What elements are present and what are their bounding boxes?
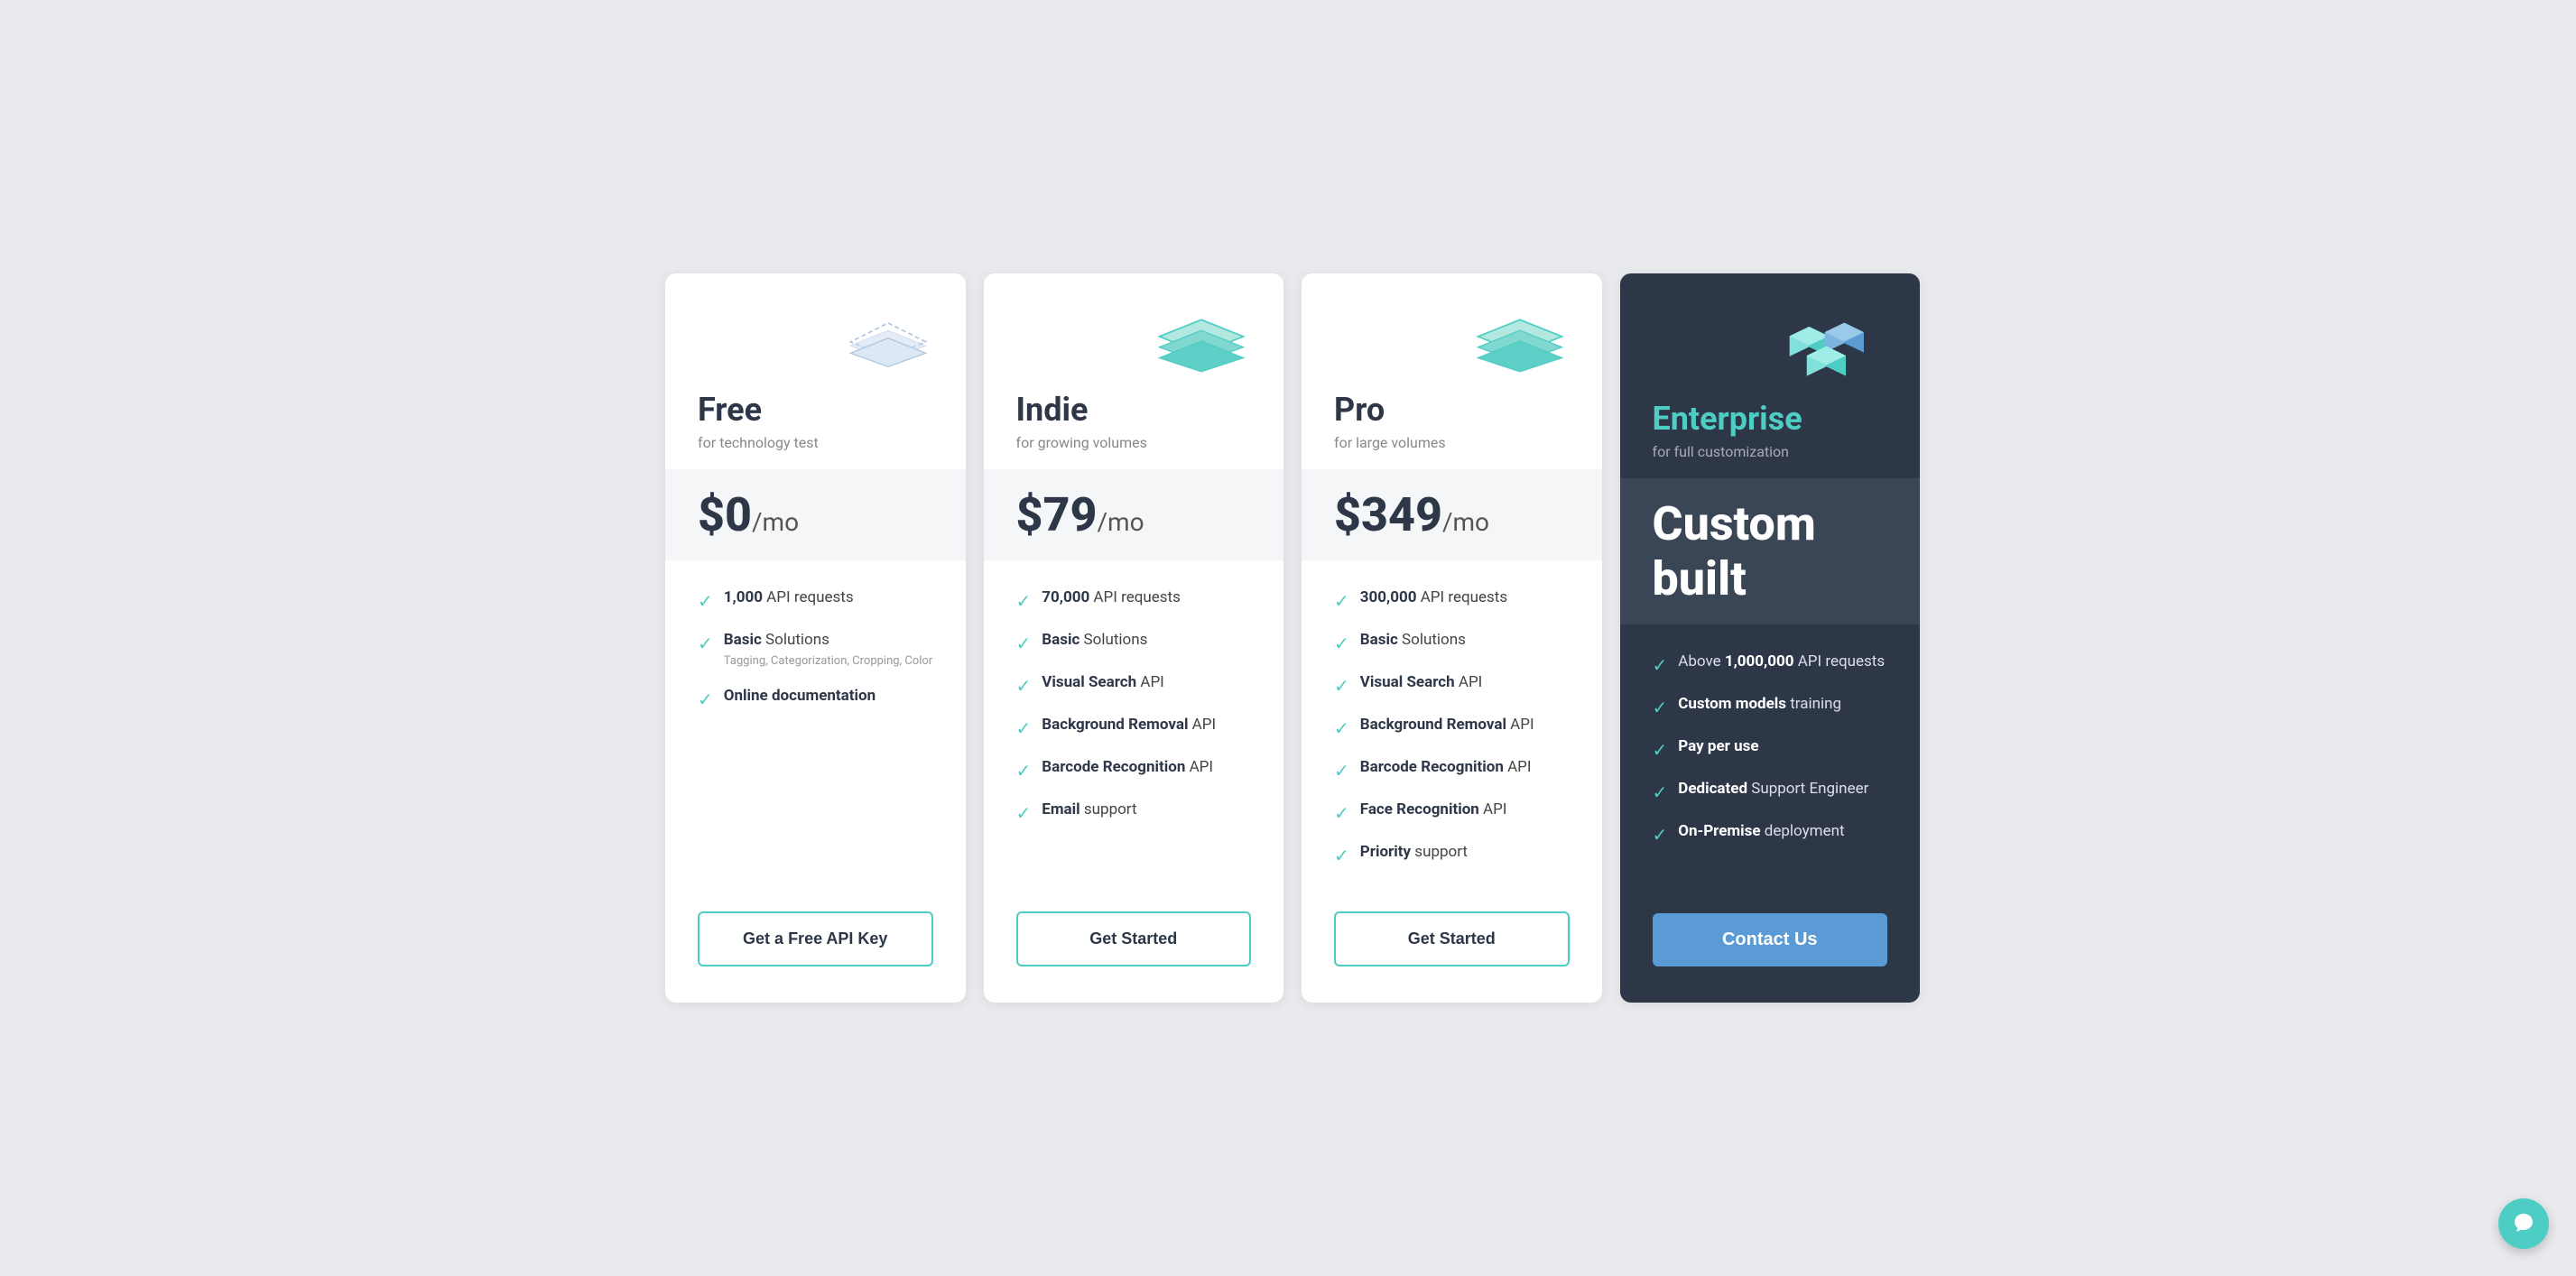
check-icon: ✓ [1334, 588, 1349, 614]
feature-item: ✓Background Removal API [1016, 715, 1252, 741]
feature-item: ✓ Online documentation [698, 686, 933, 712]
price-amount-enterprise: Custom built [1653, 496, 1888, 606]
price-period-pro: /mo [1442, 507, 1489, 537]
feature-item: ✓Basic Solutions [1016, 630, 1252, 656]
price-section-indie: $79/mo [984, 469, 1284, 560]
plan-icon-enterprise [1653, 310, 1888, 391]
feature-item: ✓300,000 API requests [1334, 587, 1570, 614]
check-icon: ✓ [1334, 758, 1349, 783]
plan-subtitle-indie: for growing volumes [1016, 434, 1252, 451]
plan-icon-pro [1334, 310, 1570, 382]
plan-subtitle-enterprise: for full customization [1653, 443, 1888, 460]
price-section-pro: $349/mo [1302, 469, 1602, 560]
feature-item: ✓ 1,000 API requests [698, 587, 933, 614]
feature-item: ✓Face Recognition API [1334, 800, 1570, 826]
check-icon: ✓ [1334, 800, 1349, 826]
check-icon: ✓ [1016, 673, 1032, 698]
price-amount-free: $0/mo [698, 487, 933, 542]
plan-name-indie: Indie [1016, 391, 1252, 429]
features-list-pro: ✓300,000 API requests ✓Basic Solutions ✓… [1334, 587, 1570, 884]
plan-icon-free [698, 310, 933, 382]
price-section-enterprise: Custom built [1620, 478, 1921, 624]
check-icon: ✓ [1016, 716, 1032, 741]
feature-item: ✓On-Premise deployment [1653, 821, 1888, 847]
price-value-pro: $349 [1334, 487, 1442, 542]
feature-item: ✓Custom models training [1653, 694, 1888, 720]
price-value-free: $0 [698, 487, 752, 542]
price-period-free: /mo [752, 507, 799, 537]
features-list-enterprise: ✓Above 1,000,000 API requests ✓Custom mo… [1653, 652, 1888, 886]
check-icon: ✓ [1016, 800, 1032, 826]
plan-subtitle-free: for technology test [698, 434, 933, 451]
price-value-enterprise: Custom built [1653, 496, 1816, 606]
plan-card-enterprise: Enterprise for full customization Custom… [1620, 273, 1921, 1003]
pricing-container: Free for technology test $0/mo ✓ 1,000 A… [656, 273, 1920, 1003]
price-section-free: $0/mo [665, 469, 966, 560]
check-icon: ✓ [1334, 673, 1349, 698]
check-icon: ✓ [1334, 631, 1349, 656]
plan-icon-indie [1016, 310, 1252, 382]
price-amount-indie: $79/mo [1016, 487, 1252, 542]
feature-item: ✓Visual Search API [1016, 672, 1252, 698]
check-icon: ✓ [1653, 822, 1668, 847]
check-icon: ✓ [1653, 695, 1668, 720]
check-icon: ✓ [1334, 843, 1349, 868]
plan-name-pro: Pro [1334, 391, 1570, 429]
check-icon: ✓ [698, 631, 713, 656]
price-value-indie: $79 [1016, 487, 1098, 542]
check-icon: ✓ [1016, 631, 1032, 656]
check-icon: ✓ [1016, 758, 1032, 783]
feature-item: ✓Email support [1016, 800, 1252, 826]
plan-card-free: Free for technology test $0/mo ✓ 1,000 A… [665, 273, 966, 1003]
price-period-indie: /mo [1097, 507, 1144, 537]
chat-bubble[interactable] [2498, 1198, 2549, 1249]
plan-card-indie: Indie for growing volumes $79/mo ✓70,000… [984, 273, 1284, 1003]
cta-button-indie[interactable]: Get Started [1016, 911, 1252, 966]
feature-item: ✓Above 1,000,000 API requests [1653, 652, 1888, 678]
feature-item: ✓70,000 API requests [1016, 587, 1252, 614]
feature-item: ✓Priority support [1334, 842, 1570, 868]
features-list-indie: ✓70,000 API requests ✓Basic Solutions ✓V… [1016, 587, 1252, 884]
check-icon: ✓ [698, 687, 713, 712]
feature-item: ✓ Basic SolutionsTagging, Categorization… [698, 630, 933, 670]
cta-button-enterprise[interactable]: Contact Us [1653, 913, 1888, 966]
check-icon: ✓ [698, 588, 713, 614]
check-icon: ✓ [1016, 588, 1032, 614]
plan-subtitle-pro: for large volumes [1334, 434, 1570, 451]
check-icon: ✓ [1653, 737, 1668, 763]
check-icon: ✓ [1334, 716, 1349, 741]
plan-name-free: Free [698, 391, 933, 429]
feature-item: ✓Dedicated Support Engineer [1653, 779, 1888, 805]
cta-button-pro[interactable]: Get Started [1334, 911, 1570, 966]
plan-card-pro: Pro for large volumes $349/mo ✓300,000 A… [1302, 273, 1602, 1003]
price-amount-pro: $349/mo [1334, 487, 1570, 542]
check-icon: ✓ [1653, 780, 1668, 805]
feature-item: ✓Barcode Recognition API [1016, 757, 1252, 783]
cta-button-free[interactable]: Get a Free API Key [698, 911, 933, 966]
feature-item: ✓Visual Search API [1334, 672, 1570, 698]
feature-item: ✓Pay per use [1653, 736, 1888, 763]
features-list-free: ✓ 1,000 API requests ✓ Basic SolutionsTa… [698, 587, 933, 884]
feature-item: ✓Basic Solutions [1334, 630, 1570, 656]
feature-item: ✓Background Removal API [1334, 715, 1570, 741]
feature-item: ✓Barcode Recognition API [1334, 757, 1570, 783]
plan-name-enterprise: Enterprise [1653, 400, 1888, 438]
check-icon: ✓ [1653, 652, 1668, 678]
chat-icon [2512, 1212, 2535, 1235]
